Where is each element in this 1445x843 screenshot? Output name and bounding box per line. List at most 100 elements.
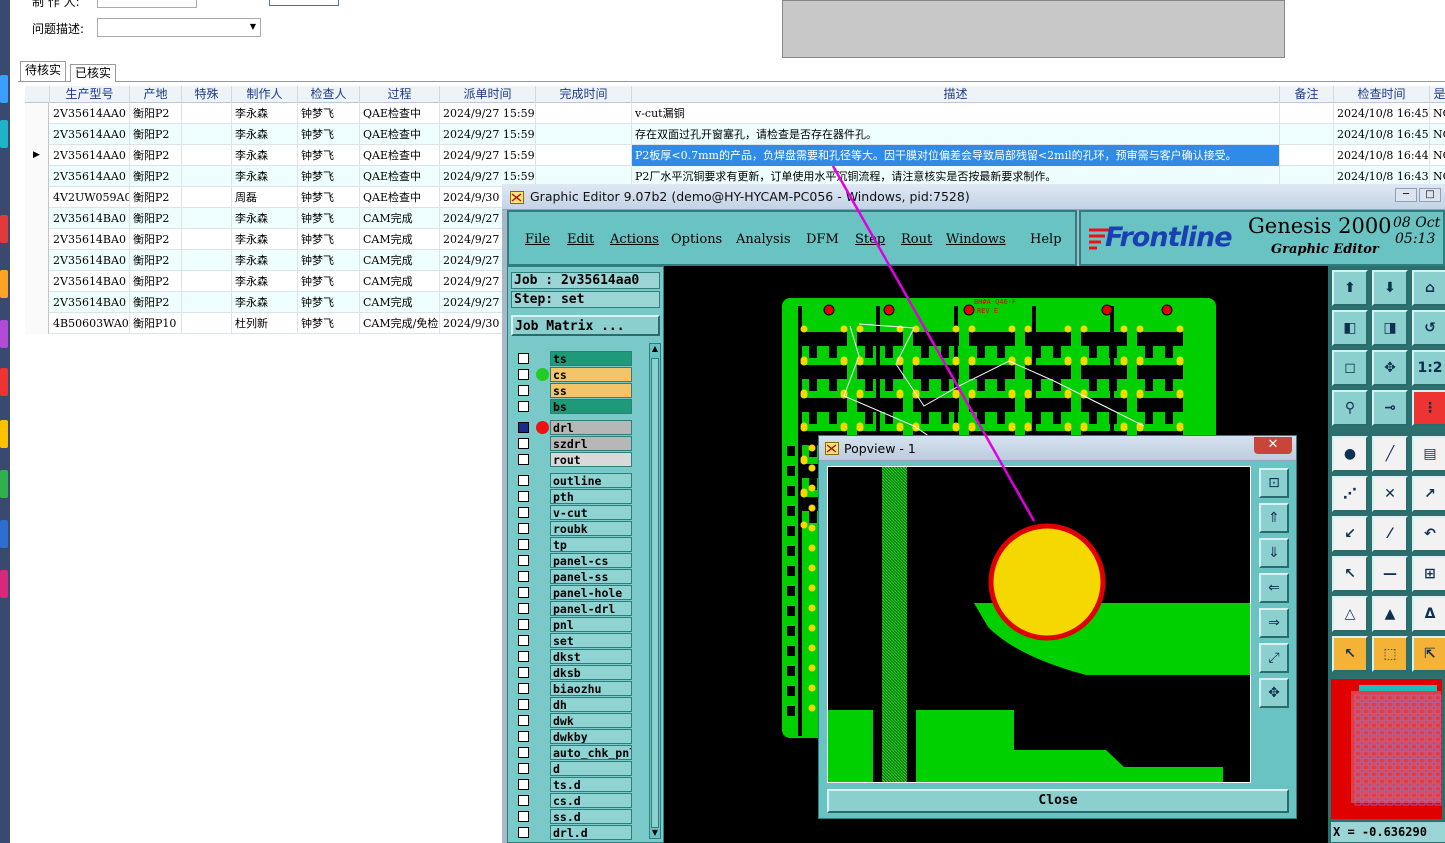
cell-checker[interactable]: 钟梦飞 (298, 208, 360, 229)
menu-dfm[interactable]: DFM (806, 232, 839, 247)
layer-row-bs[interactable]: bs (516, 399, 640, 414)
row-indicator[interactable] (25, 229, 49, 250)
cell-site[interactable]: 衡阳P2 (130, 187, 182, 208)
cell-model[interactable]: 2V35614BA0 (50, 250, 130, 271)
column-header-dispatch[interactable]: 派单时间 (440, 86, 536, 103)
layer-row-outline[interactable]: outline (516, 473, 640, 488)
cell-checker[interactable]: 钟梦飞 (298, 292, 360, 313)
triangle-icon[interactable]: △ (1332, 596, 1368, 632)
connect-icon[interactable]: ⋰ (1332, 476, 1368, 512)
layer-name[interactable]: dkst (550, 649, 632, 664)
zoom-left-icon[interactable]: ◧ (1332, 310, 1368, 346)
layer-checkbox[interactable] (518, 699, 529, 710)
layer-checkbox[interactable] (518, 523, 529, 534)
cell-process[interactable]: CAM完成 (360, 292, 440, 313)
layer-checkbox[interactable] (518, 603, 529, 614)
layer-checkbox[interactable] (518, 779, 529, 790)
menu-step[interactable]: Step (855, 232, 885, 247)
layer-name[interactable]: panel-hole (550, 585, 632, 600)
taskbar-app-icon[interactable] (0, 368, 8, 396)
ruler-icon[interactable]: ▤ (1412, 436, 1445, 472)
taskbar-app-icon[interactable] (0, 215, 8, 243)
column-header-res[interactable]: 是 (1430, 86, 1445, 103)
menu-analysis[interactable]: Analysis (736, 232, 791, 247)
align-icon[interactable]: ⊞ (1412, 556, 1445, 592)
layer-name[interactable]: rout (550, 452, 632, 467)
cell-site[interactable]: 衡阳P2 (130, 145, 182, 166)
cell-checker[interactable]: 钟梦飞 (298, 229, 360, 250)
menu-rout[interactable]: Rout (901, 232, 932, 247)
maker-input[interactable] (97, 0, 197, 8)
download-icon[interactable]: ⬇ (1372, 270, 1408, 306)
row-indicator[interactable] (25, 313, 49, 334)
cell-site[interactable]: 衡阳P10 (130, 313, 182, 334)
cell-checker[interactable]: 钟梦飞 (298, 166, 360, 187)
layer-name[interactable]: szdrl (550, 436, 632, 451)
page-down-icon[interactable]: ⇓ (1259, 538, 1289, 568)
cell-check-time[interactable]: 2024/10/8 16:45 (1334, 103, 1430, 124)
layer-checkbox[interactable] (518, 827, 529, 838)
layer-name[interactable]: auto_chk_pnl (550, 745, 632, 760)
popview-canvas[interactable] (827, 466, 1251, 783)
cell-maker[interactable]: 李永森 (232, 208, 298, 229)
cell-process[interactable]: CAM完成 (360, 208, 440, 229)
slope-icon[interactable]: ↙ (1332, 516, 1368, 552)
cell-maker[interactable]: 李永森 (232, 103, 298, 124)
fit-icon[interactable]: ◻ (1332, 350, 1368, 386)
layer-name[interactable]: d (550, 761, 632, 776)
column-header-maker[interactable]: 制作人 (232, 86, 298, 103)
taskbar-app-icon[interactable] (0, 320, 8, 348)
layer-name[interactable]: dwk (550, 713, 632, 728)
layer-name[interactable]: drl (550, 420, 632, 435)
layer-checkbox[interactable] (518, 683, 529, 694)
diagonal-icon[interactable]: ⁄ (1372, 516, 1408, 552)
cell-special[interactable] (182, 271, 232, 292)
cell-process[interactable]: CAM完成 (360, 229, 440, 250)
select-all-icon[interactable]: ⇱ (1412, 636, 1445, 672)
layer-row-drl[interactable]: drl (516, 420, 640, 435)
row-indicator[interactable] (25, 166, 49, 187)
menu-file[interactable]: File (525, 232, 550, 247)
layer-row-panel-ss[interactable]: panel-ss (516, 569, 640, 584)
layer-row-panel-hole[interactable]: panel-hole (516, 585, 640, 600)
cell-process[interactable]: CAM完成 (360, 271, 440, 292)
layer-checkbox[interactable] (518, 651, 529, 662)
taskbar-app-icon[interactable] (0, 470, 8, 498)
layer-checkbox[interactable] (518, 385, 529, 396)
menu-actions[interactable]: Actions (610, 232, 659, 247)
cell-desc[interactable]: 存在双面过孔开窗塞孔，请检查是否存在器件孔。 (632, 124, 1280, 145)
layer-name[interactable]: roubk (550, 521, 632, 536)
column-header-checker[interactable]: 检查人 (298, 86, 360, 103)
layer-checkbox[interactable] (518, 369, 529, 380)
layer-checkbox[interactable] (518, 353, 529, 364)
cell-note[interactable] (1280, 103, 1334, 124)
layer-row-ts-d[interactable]: ts.d (516, 777, 640, 792)
layer-name[interactable]: cs (550, 367, 632, 382)
arc-icon[interactable]: ↶ (1412, 516, 1445, 552)
page-up-icon[interactable]: ⇑ (1259, 503, 1289, 533)
cell-dispatch[interactable]: 2024/9/27 15:59 (440, 124, 536, 145)
layer-name[interactable]: ts (550, 351, 632, 366)
cell-model[interactable]: 2V35614BA0 (50, 271, 130, 292)
layer-row-cs[interactable]: cs (516, 367, 640, 382)
layer-row-set[interactable]: set (516, 633, 640, 648)
cell-check-time[interactable]: 2024/10/8 16:45 (1334, 124, 1430, 145)
cell-maker[interactable]: 李永森 (232, 292, 298, 313)
select-box-icon[interactable]: ⬚ (1372, 636, 1408, 672)
minus-icon[interactable]: — (1372, 556, 1408, 592)
layer-row-dh[interactable]: dh (516, 697, 640, 712)
tab-verified[interactable]: 已核实 (70, 64, 117, 82)
layer-checkbox[interactable] (518, 438, 529, 449)
cell-done[interactable] (536, 103, 632, 124)
zoom-right-icon[interactable]: ◨ (1372, 310, 1408, 346)
query-button[interactable] (269, 0, 339, 6)
cell-maker[interactable]: 李永森 (232, 250, 298, 271)
cell-maker[interactable]: 李永森 (232, 145, 298, 166)
line-tool-icon[interactable]: ╱ (1372, 436, 1408, 472)
layer-row-v-cut[interactable]: v-cut (516, 505, 640, 520)
zoom-fit-icon[interactable]: ⤢ (1259, 643, 1289, 673)
cell-model[interactable]: 2V35614AA0 (50, 103, 130, 124)
cell-model[interactable]: 2V35614AA0 (50, 145, 130, 166)
cell-process[interactable]: QAE检查中 (360, 145, 440, 166)
layer-name[interactable]: dwkby (550, 729, 632, 744)
